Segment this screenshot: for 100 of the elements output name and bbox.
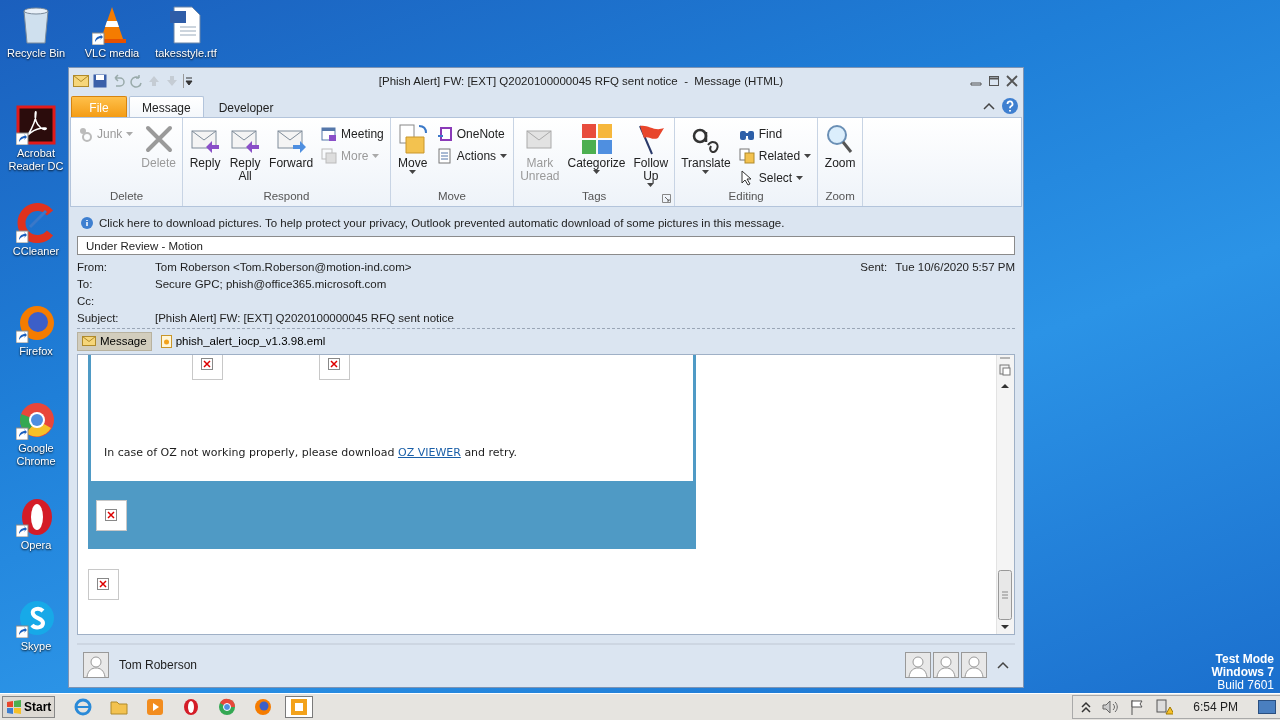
flag-icon[interactable]: [1129, 699, 1146, 715]
window-title: [Phish Alert] FW: [EXT] Q2020100000045 RFQ sent notice - Message (HTML): [377, 74, 785, 87]
desktop-icon-label[interactable]: Recycle Bin: [6, 47, 66, 60]
help-icon[interactable]: [1001, 97, 1019, 115]
envelope-icon: [73, 74, 89, 87]
actions-button[interactable]: Actions: [433, 145, 511, 167]
desktop-icon-label[interactable]: VLC media: [84, 47, 140, 60]
caret-icon: [593, 170, 600, 174]
browser-icon: [218, 698, 237, 716]
categorize-button[interactable]: Categorize: [564, 121, 629, 176]
notice-text: Windows 7: [1211, 666, 1274, 679]
notice-text: Test Mode: [1215, 653, 1274, 666]
viewer-link[interactable]: OZ VIEWER: [398, 446, 461, 459]
desktop-icon-label[interactable]: Google Chrome: [3, 442, 69, 468]
header-value: Secure GPC; phish@office365.microsoft.com: [155, 277, 387, 290]
caret-icon: [372, 154, 380, 158]
caret-icon: [804, 154, 812, 158]
find-button[interactable]: Find: [735, 123, 815, 145]
reply-all-button[interactable]: Reply All: [226, 121, 265, 185]
select-button[interactable]: Select: [735, 167, 815, 189]
onenote-button[interactable]: OneNote: [433, 123, 511, 145]
body-text: In case of OZ not working properly, please download OZ VIEWER and retry.: [104, 446, 518, 459]
grid-icon: [997, 355, 1013, 379]
expand-icon[interactable]: [997, 661, 1009, 669]
brush-c-icon: [16, 203, 56, 243]
group-label: Respond: [263, 190, 310, 204]
browser-icon: [16, 400, 56, 440]
envelope-icon: [82, 336, 96, 346]
desktop-icon-label[interactable]: takesstyle.rtf: [155, 47, 217, 60]
group-label: Move: [437, 190, 466, 204]
header-label: Cc:: [77, 294, 96, 307]
avatar-icon: [961, 652, 987, 678]
browser-icon: [74, 698, 93, 716]
header-label: From:: [77, 260, 109, 273]
desktop-icon-label[interactable]: CCleaner: [12, 245, 60, 258]
desktop-icon-label[interactable]: Firefox: [19, 345, 53, 358]
start-button[interactable]: Start: [2, 696, 56, 718]
header-label: Subject:: [77, 311, 120, 324]
save-icon[interactable]: [93, 73, 107, 88]
caret-icon: [500, 154, 508, 158]
network-icon[interactable]: [1155, 699, 1174, 715]
avatar-icon: [905, 652, 931, 678]
browser-icon: [16, 303, 56, 343]
related-button[interactable]: Related: [735, 145, 815, 167]
caret-icon: [702, 170, 710, 174]
color-squares-icon: [580, 123, 613, 155]
browser-icon: [254, 698, 273, 716]
move-button[interactable]: Move: [393, 121, 432, 176]
ribbon-tab[interactable]: Developer: [205, 96, 287, 118]
translate-button[interactable]: Translate: [678, 121, 734, 176]
pdf-app-icon: [16, 105, 56, 145]
info-icon: [81, 217, 93, 229]
list-icon: [436, 148, 453, 164]
mail-app-icon: [290, 698, 309, 716]
broken-image-icon: [96, 499, 127, 531]
meeting-button[interactable]: Meeting: [318, 123, 387, 145]
info-bar[interactable]: Click here to download pictures. To help protect your privacy, Outlook prevented automatic download of some pictures in this message.: [77, 213, 1015, 233]
caret-icon: [126, 132, 134, 136]
clock[interactable]: 6:54 PM: [1193, 700, 1238, 714]
group-label: Tags: [582, 190, 607, 204]
group-label: Editing: [728, 190, 764, 204]
attachment-tab[interactable]: Message: [77, 331, 152, 351]
avatar-icon: [933, 652, 959, 678]
speaker-icon[interactable]: [1101, 699, 1120, 715]
desktop-icon-label[interactable]: Acrobat Reader DC: [3, 147, 69, 173]
group-label: Delete: [109, 190, 144, 204]
junk-icon: [77, 126, 93, 142]
taskbar-app[interactable]: [285, 696, 314, 718]
windows-logo-icon: [6, 700, 22, 714]
file-icon: [160, 334, 172, 348]
scrollbar[interactable]: [996, 355, 1014, 634]
folder-icon: [110, 698, 129, 716]
header-value: Tom Roberson <Tom.Roberson@motion-ind.com>: [155, 260, 412, 273]
collapse-icon[interactable]: [983, 102, 995, 110]
avatar-icon: [83, 652, 109, 678]
media-player-icon: [146, 698, 165, 716]
reply-button[interactable]: Reply: [186, 121, 225, 172]
forward-button[interactable]: Forward: [266, 121, 317, 172]
caret-icon: [796, 176, 804, 180]
dialog-launcher-icon[interactable]: [662, 194, 672, 203]
broken-image-icon: [88, 569, 119, 600]
header-label: Sent:: [860, 260, 888, 273]
notice-text: Build 7601: [1217, 679, 1274, 692]
header-value: Tue 10/6/2020 5:57 PM: [895, 260, 1015, 273]
documents-icon: [738, 148, 755, 164]
close-icon[interactable]: [1005, 74, 1019, 87]
caret-icon: [647, 183, 655, 187]
scroll-thumb-icon[interactable]: [997, 570, 1013, 620]
group-label: Zoom: [825, 190, 855, 204]
desktop-icon-label[interactable]: Opera: [20, 539, 52, 552]
category-bar: Under Review - Motion: [77, 236, 1015, 255]
follow-up-button[interactable]: Follow Up: [630, 121, 672, 189]
customize-icon[interactable]: [183, 73, 193, 88]
chevron-up-icon[interactable]: [1081, 701, 1092, 713]
attachment-tab[interactable]: phish_alert_iocp_v1.3.98.eml: [155, 331, 331, 351]
grid-icon: [321, 148, 338, 164]
ribbon-tab[interactable]: Message: [129, 96, 204, 118]
zoom-button[interactable]: Zoom: [821, 121, 860, 172]
maximize-icon[interactable]: [987, 74, 1001, 87]
notebook-icon: [436, 126, 453, 142]
